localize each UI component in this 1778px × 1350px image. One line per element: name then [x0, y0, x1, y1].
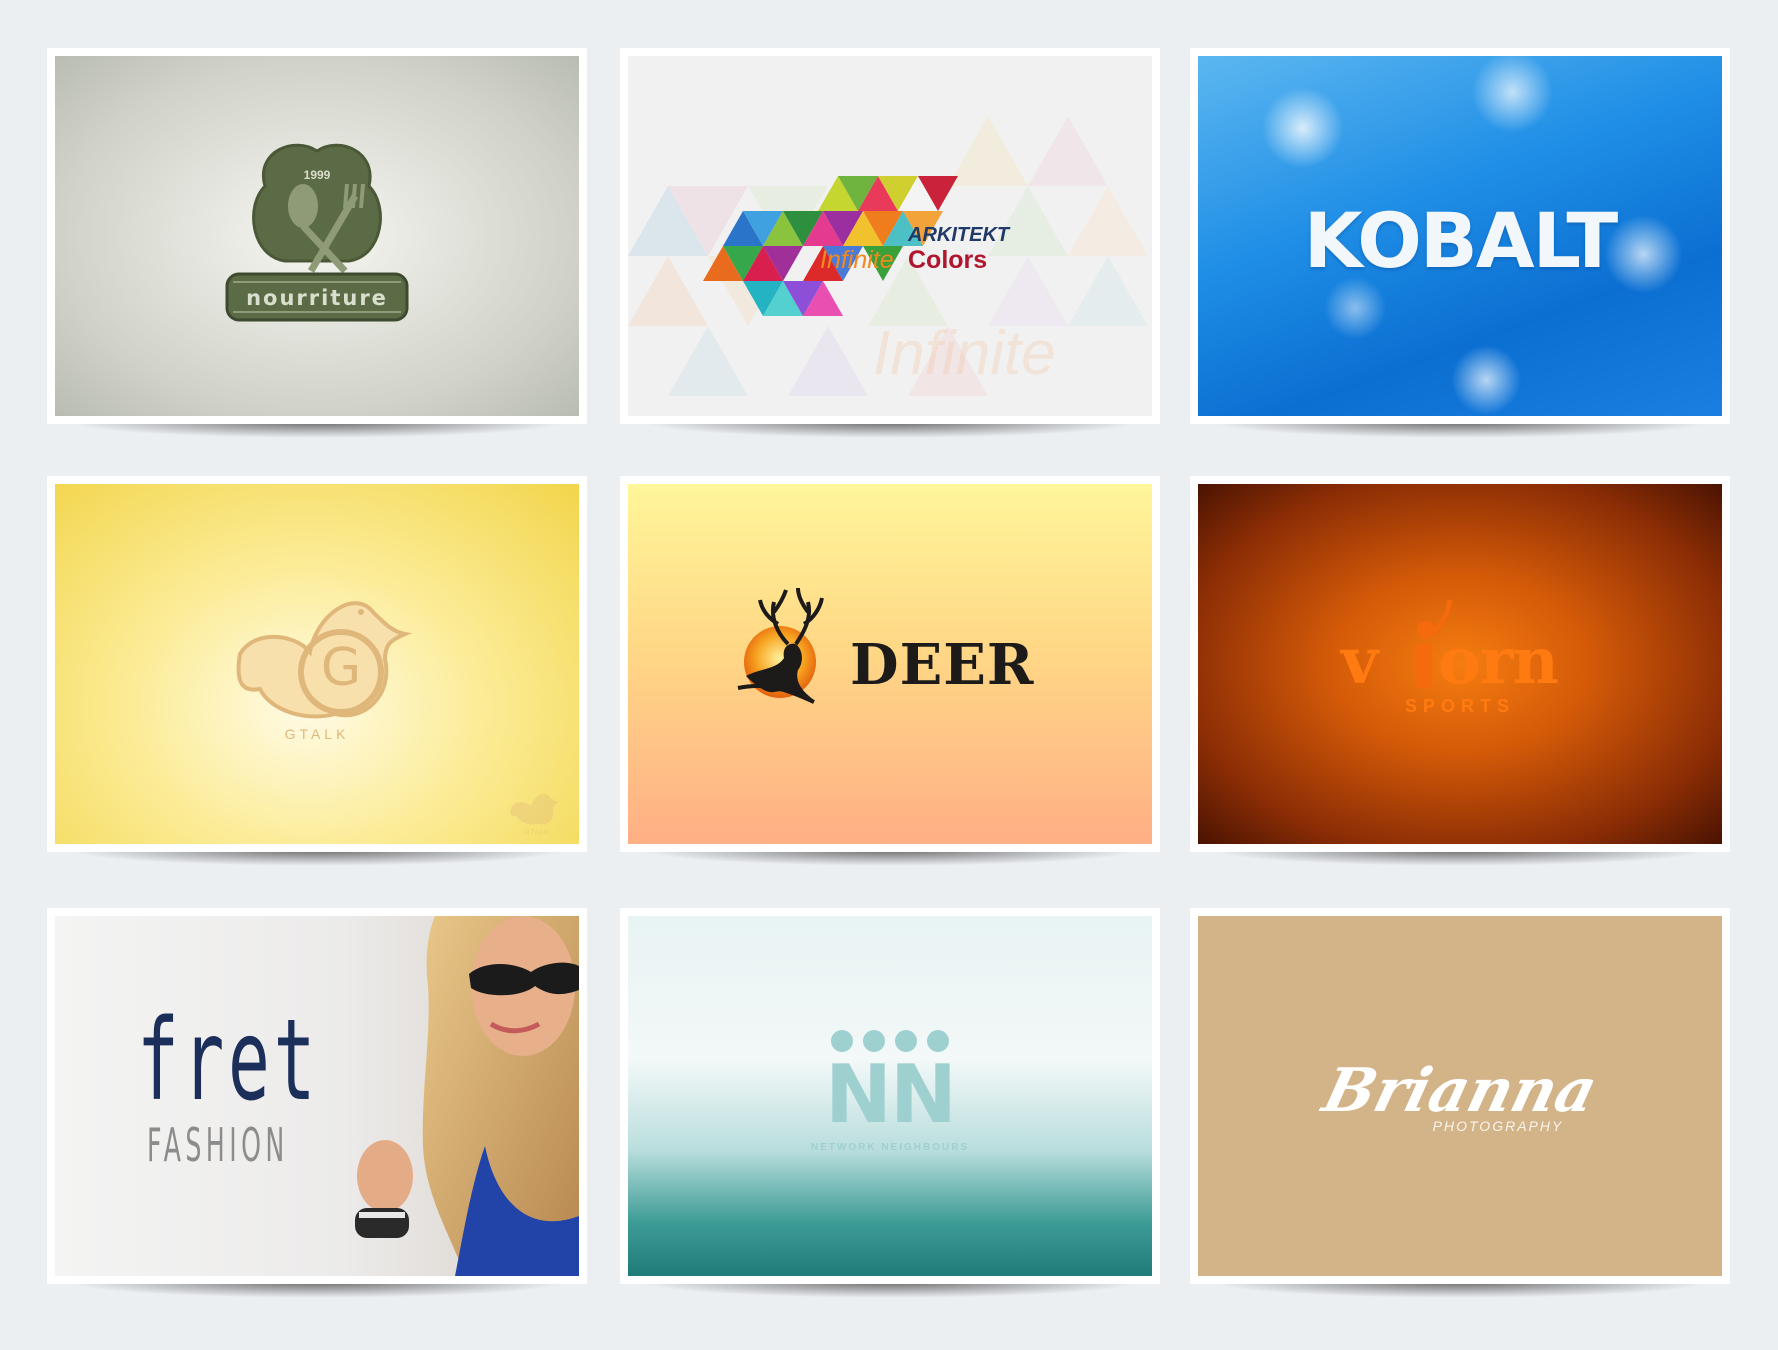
logo-subtitle: PHOTOGRAPHY — [1432, 1118, 1564, 1134]
logo-card-fret[interactable]: fret FASHION — [47, 908, 587, 1298]
logo-card-arkitekt[interactable]: ARKITEKT Infinite Colors Infinite — [620, 48, 1160, 438]
logo-artwork-brianna: Brianna PHOTOGRAPHY — [1198, 916, 1722, 1276]
logo-brand-name: ARKITEKT — [908, 224, 1010, 246]
logo-wordmark: Brianna — [1316, 1056, 1604, 1126]
logo-wordmark-part-a: v — [1341, 624, 1378, 699]
logo-wordmark: NN — [825, 1048, 957, 1141]
logo-artwork-kobalt: KOBALT — [1198, 56, 1722, 416]
logo-watermark: Infinite — [873, 319, 1056, 388]
logo-subtitle: NETWORK NEIGHBOURS — [810, 1142, 970, 1153]
logo-wordmark: DEER — [850, 632, 1035, 698]
logo-card-kobalt[interactable]: KOBALT — [1190, 48, 1730, 438]
logo-wordmark: GTALK — [284, 726, 350, 742]
logo-tagline-part-b: Colors — [908, 246, 988, 274]
logo-card-network-neighbours[interactable]: NN NETWORK NEIGHBOURS — [620, 908, 1160, 1298]
logo-subtitle: SPORTS — [1404, 696, 1516, 716]
logo-year: 1999 — [303, 168, 331, 182]
chef-hat-icon — [225, 143, 409, 322]
logo-card-deer[interactable]: DEER — [620, 476, 1160, 866]
logo-subtitle: FASHION — [147, 1118, 289, 1172]
logo-card-gtalk[interactable]: G GTALK GTALK — [47, 476, 587, 866]
logo-tagline-part-a: Infinite — [820, 246, 894, 274]
bird-watermark-icon — [510, 793, 559, 825]
logo-watermark-text: GTALK — [524, 830, 550, 836]
logo-artwork-network-neighbours: NN NETWORK NEIGHBOURS — [628, 916, 1152, 1276]
logo-wordmark: fret — [137, 996, 320, 1126]
bird-icon — [236, 601, 413, 719]
logo-artwork-nourriture: 1999 nourriture — [55, 56, 579, 416]
logo-letter: G — [320, 638, 362, 698]
logo-artwork-viorn: v orn SPORTS — [1198, 484, 1722, 844]
logo-wordmark: KOBALT — [1303, 196, 1619, 285]
logo-artwork-arkitekt: ARKITEKT Infinite Colors Infinite — [628, 56, 1152, 416]
logo-wordmark-part-b: orn — [1438, 624, 1559, 699]
logo-artwork-fret: fret FASHION — [55, 916, 579, 1276]
logo-wordmark: nourriture — [246, 286, 388, 310]
logo-artwork-deer: DEER — [628, 484, 1152, 844]
logo-card-nourriture[interactable]: 1999 nourriture — [47, 48, 587, 438]
logo-artwork-gtalk: G GTALK GTALK — [55, 484, 579, 844]
logo-card-viorn[interactable]: v orn SPORTS — [1190, 476, 1730, 866]
logo-card-brianna[interactable]: Brianna PHOTOGRAPHY — [1190, 908, 1730, 1298]
